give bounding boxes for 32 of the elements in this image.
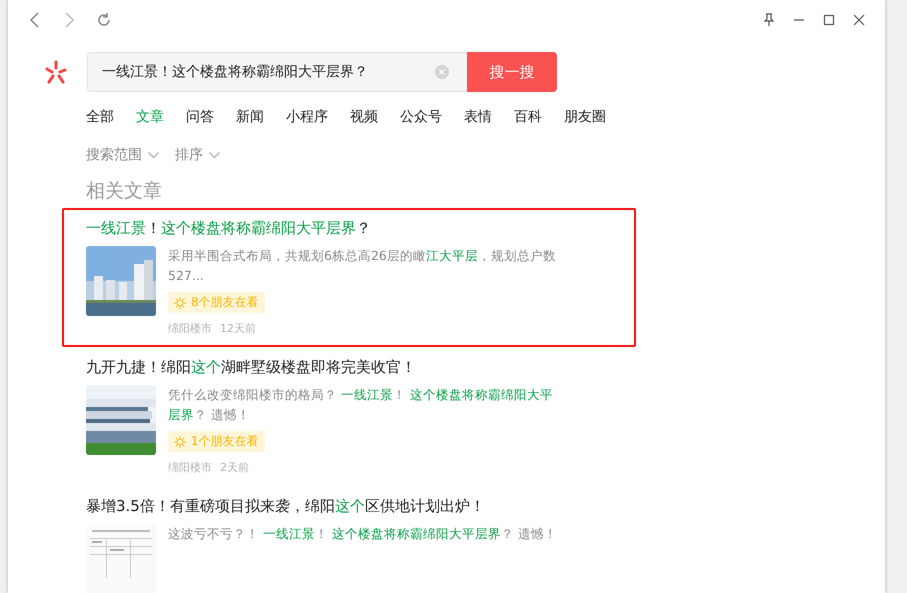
sun-icon [174,436,186,448]
maximize-icon[interactable] [823,14,835,26]
pin-icon[interactable] [763,13,775,27]
result-snippet: 这波亏不亏？！ 一线江景！ 这个楼盘将称霸绵阳大平层界？ 遗憾！ [168,525,558,543]
reload-icon[interactable] [96,12,112,28]
search-field[interactable]: 一线江景！这个楼盘将称霸绵阳大平层界？ [87,52,467,92]
friends-count: 8个朋友在看 [191,294,259,311]
sun-icon [174,296,186,308]
result-snippet: 采用半围合式布局，共规划6栋总高26层的瞰江大平层，规划总户数527... [168,247,557,285]
category-tab[interactable]: 表情 [464,108,492,126]
category-tab[interactable]: 公众号 [400,108,442,126]
result-title[interactable]: 暴增3.5倍！有重磅项目拟来袭，绵阳这个区供地计划出炉！ [86,495,612,517]
caret-icon [209,152,220,158]
close-icon[interactable] [853,14,865,26]
category-tab[interactable]: 视频 [350,108,378,126]
post-time: 12天前 [220,321,256,336]
filter-dropdown[interactable]: 排序 [175,146,220,164]
result-snippet: 凭什么改变绵阳楼市的格局？ 一线江景！ 这个楼盘将称霸绵阳大平层界？ 遗憾！ [168,386,554,424]
result-title[interactable]: 九开九捷！绵阳这个湖畔墅级楼盘即将完美收官！ [86,356,612,378]
category-tab[interactable]: 问答 [186,108,214,126]
category-tab[interactable]: 朋友圈 [564,108,606,126]
post-time: 2天前 [220,460,249,475]
result-title[interactable]: 一线江景！这个楼盘将称霸绵阳大平层界？ [86,217,612,239]
category-tab[interactable]: 百科 [514,108,542,126]
category-tab[interactable]: 新闻 [236,108,264,126]
logo-icon [44,60,68,84]
category-tab[interactable]: 全部 [86,108,114,126]
section-title: 相关文章 [86,179,163,204]
friends-count: 1个朋友在看 [191,433,259,450]
caret-icon [148,152,159,158]
filter-dropdown[interactable]: 搜索范围 [86,146,159,164]
category-tab[interactable]: 小程序 [286,108,328,126]
